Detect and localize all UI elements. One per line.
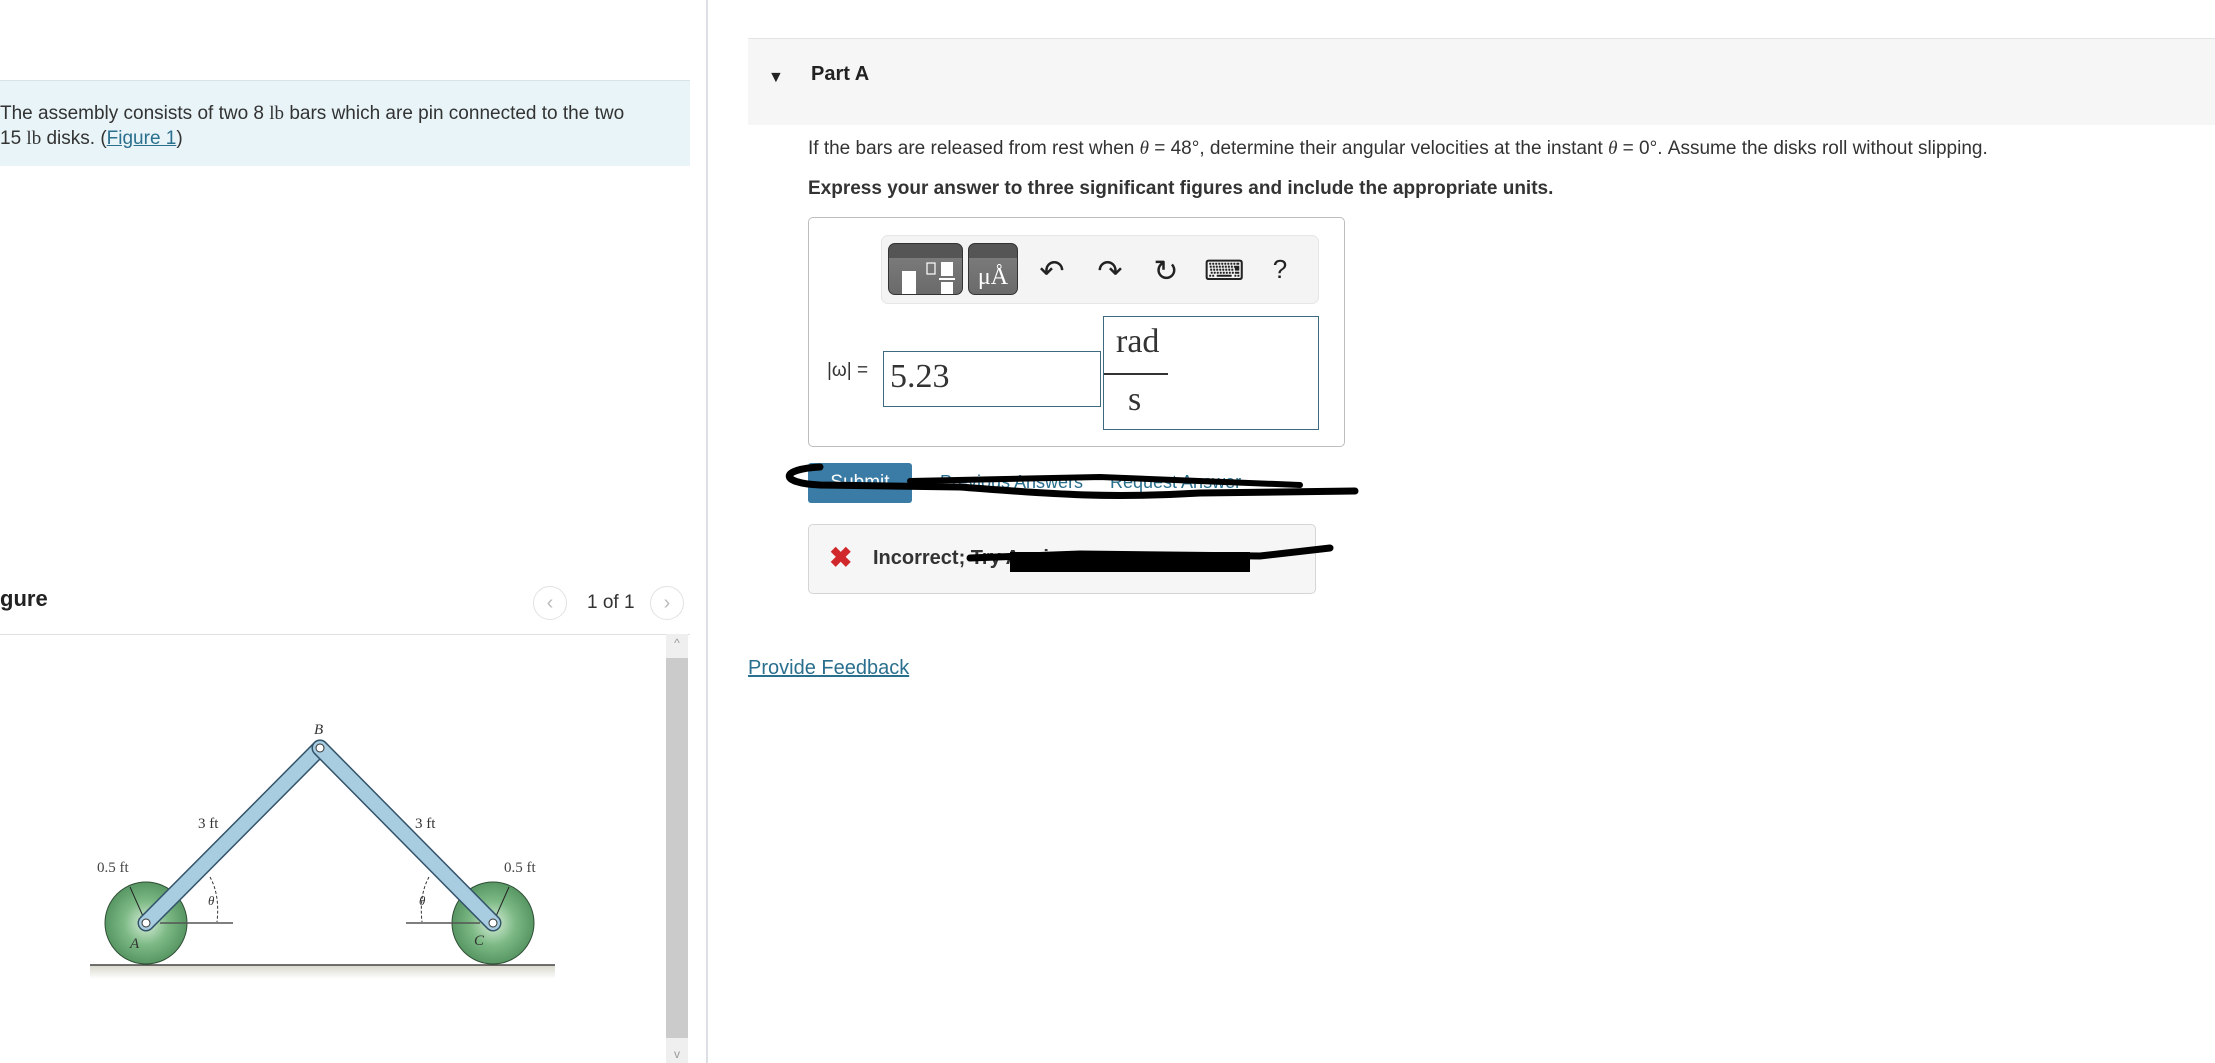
intro-text: bars which are pin connected to the two [284,103,625,124]
question-part: If the bars are released from rest when [808,138,1140,159]
question-text: If the bars are released from rest when … [808,138,1988,160]
label-radius-left: 0.5 ft [97,860,129,876]
label-theta-left: θ [208,893,215,908]
scrollbar-thumb[interactable] [666,658,688,1038]
pin-b [315,743,325,753]
help-icon[interactable]: ? [1262,254,1298,285]
label-b: B [314,722,323,738]
bar-bc [313,741,500,930]
unit-numerator: rad [1116,323,1160,360]
redaction-scribble [785,463,1359,499]
next-figure-button[interactable]: › [650,586,684,620]
figure-pager-count: 1 of 1 [587,592,635,613]
bar-ab [139,741,327,930]
intro-text: The assembly consists of two 8 [0,103,270,124]
divider [0,634,690,635]
scroll-up-icon[interactable]: ^ [666,636,688,650]
pin-a [141,918,151,928]
answer-box: μÅ ↶ ↷ ↻ ⌨ ? |ω| = 5.23 rad s [808,217,1345,447]
math-toolbar: μÅ ↶ ↷ ↻ ⌨ ? [881,235,1319,304]
chevron-left-icon: ‹ [546,591,554,614]
keyboard-icon[interactable]: ⌨ [1204,254,1244,287]
scroll-down-icon[interactable]: v [666,1047,688,1061]
theta-symbol: θ [1608,138,1618,159]
intro-text: ) [176,128,183,149]
intro-text: 15 [0,128,27,149]
label-bar-right-length: 3 ft [415,816,436,832]
figure-scrollbar[interactable]: ^ v [666,634,688,1063]
problem-intro: The assembly consists of two 8 lb bars w… [0,80,690,166]
label-bar-left-length: 3 ft [198,816,219,832]
provide-feedback-link[interactable]: Provide Feedback [748,657,909,680]
answer-units-input[interactable]: rad s [1103,316,1319,430]
label-radius-right: 0.5 ft [504,860,536,876]
figure-diagram: B A C 3 ft 3 ft 0.5 ft 0.5 ft θ θ [90,722,555,979]
left-panel: The assembly consists of two 8 lb bars w… [0,0,708,1063]
label-theta-right: θ [419,893,426,908]
incorrect-x-icon: ✖ [829,542,853,573]
part-a-header[interactable]: ▼ Part A [748,38,2215,125]
undo-icon[interactable]: ↶ [1034,254,1070,289]
prev-figure-button[interactable]: ‹ [533,586,567,620]
chevron-right-icon: › [663,591,671,614]
label-c: C [474,933,485,949]
part-a-title: Part A [811,63,870,85]
redo-icon[interactable]: ↷ [1092,254,1128,289]
answer-instruction: Express your answer to three significant… [808,178,1554,199]
figure-title: gure [0,586,48,611]
figure-link[interactable]: Figure 1 [107,128,177,149]
ground-shadow [90,965,555,979]
reset-icon[interactable]: ↻ [1148,254,1184,289]
caret-down-icon[interactable]: ▼ [768,69,784,87]
pin-c [488,918,498,928]
unit-lb: lb [26,128,42,149]
redaction-scribble [966,544,1334,572]
answer-value-input[interactable]: 5.23 [883,351,1101,407]
intro-text: disks. ( [41,128,107,149]
label-a: A [129,936,140,952]
fraction-template-icon [902,262,955,294]
unit-denominator: s [1128,381,1142,418]
templates-button[interactable] [888,243,963,295]
fraction-bar [1104,373,1168,375]
theta-symbol: θ [1139,138,1149,159]
question-part: = 48°, determine their angular velocitie… [1148,138,1609,159]
units-button[interactable]: μÅ [968,243,1018,295]
unit-lb: lb [269,103,285,124]
question-part: = 0°. Assume the disks roll without slip… [1617,138,1988,159]
omega-label: |ω| = [827,360,869,381]
